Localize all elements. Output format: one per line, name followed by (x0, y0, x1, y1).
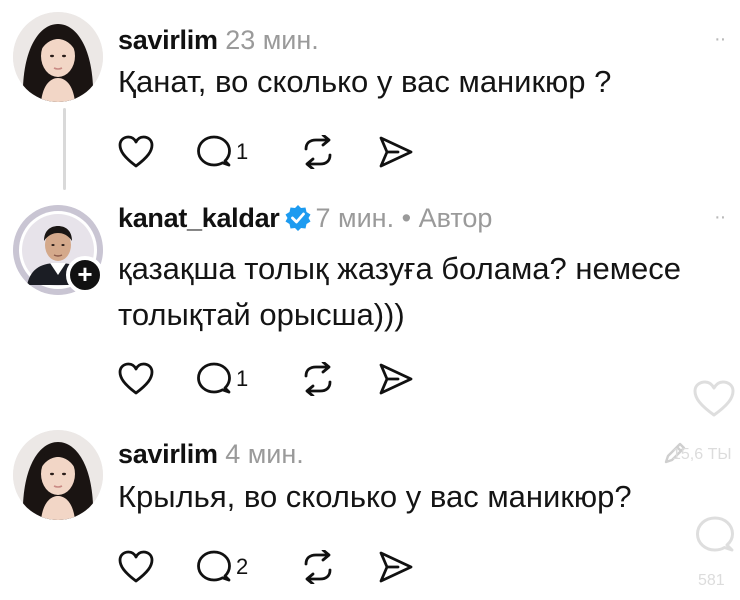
more-options-icon[interactable]: ·· (714, 206, 726, 229)
comment-text: қазақша толық жазуға болама? немесе толы… (118, 246, 698, 338)
timestamp: 4 мин. (225, 439, 304, 469)
username[interactable]: savirlim (118, 25, 218, 55)
timestamp: 7 мин. (315, 203, 395, 233)
side-heart-icon[interactable] (693, 380, 735, 423)
comment-actions: 1 (118, 133, 418, 174)
side-comment-icon[interactable] (695, 516, 735, 559)
username[interactable]: kanat_kaldar (118, 203, 280, 233)
reply-count: 1 (236, 139, 249, 164)
comment-text-line: қазақша толық жазуға болама? немесе (118, 251, 682, 286)
share-send-icon[interactable] (378, 362, 414, 401)
thread-line (63, 108, 66, 190)
comment-actions: 2 (118, 548, 418, 589)
repost-icon[interactable] (300, 548, 336, 589)
avatar[interactable] (13, 430, 103, 520)
comment-text-line: Қанат, во сколько у вас маникюр ? (118, 64, 612, 99)
comment-header: savirlim 23 мин. (118, 24, 319, 56)
share-send-icon[interactable] (378, 550, 414, 589)
share-send-icon[interactable] (378, 135, 414, 174)
comment-text: Крылья, во сколько у вас маникюр? (118, 474, 698, 520)
avatar[interactable] (13, 12, 103, 102)
comments-count-label: 581 (698, 572, 725, 589)
more-options-icon[interactable]: ·· (714, 28, 726, 51)
author-tag: Автор (418, 203, 493, 233)
timestamp: 23 мин. (225, 25, 319, 55)
likes-count-label: 15,6 ТЫ (672, 446, 732, 463)
reply-count: 2 (236, 554, 249, 579)
like-heart-icon[interactable] (118, 362, 154, 401)
repost-icon[interactable] (300, 133, 336, 174)
comment-header: savirlim 4 мин. (118, 438, 304, 470)
follow-plus-button[interactable]: + (66, 256, 104, 294)
comment-header: kanat_kaldar 7 мин. • Автор (118, 202, 492, 234)
reply-count: 1 (236, 366, 249, 391)
reply-comment-icon[interactable] (196, 362, 232, 401)
reply-comment-icon[interactable] (196, 550, 232, 589)
verified-badge-icon (284, 204, 312, 232)
username[interactable]: savirlim (118, 439, 218, 469)
comment-text-line: Крылья, во сколько у вас маникюр? (118, 479, 632, 514)
reply-comment-icon[interactable] (196, 135, 232, 174)
separator-dot: • (401, 203, 412, 233)
comment-actions: 1 (118, 360, 418, 401)
like-heart-icon[interactable] (118, 135, 154, 174)
comment-text: Қанат, во сколько у вас маникюр ? (118, 59, 698, 105)
repost-icon[interactable] (300, 360, 336, 401)
like-heart-icon[interactable] (118, 550, 154, 589)
comment-text-line: толықтай орысша))) (118, 297, 405, 332)
